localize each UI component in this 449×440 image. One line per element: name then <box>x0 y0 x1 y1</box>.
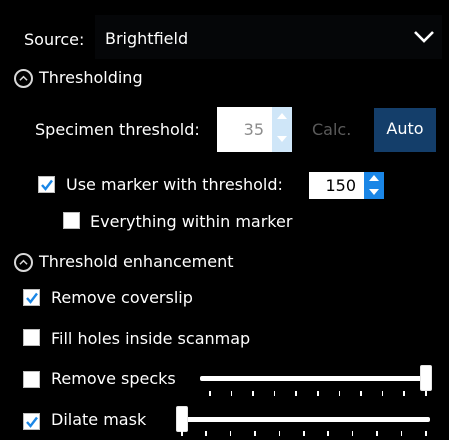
collapse-icon <box>14 252 33 272</box>
specimen-threshold-label: Specimen threshold: <box>35 120 200 139</box>
dilate-mask-checkbox[interactable] <box>23 413 40 430</box>
fill-holes-label: Fill holes inside scanmap <box>51 329 251 348</box>
source-label: Source: <box>24 30 85 49</box>
chevron-down-icon <box>414 31 434 43</box>
auto-button-label: Auto <box>386 119 424 138</box>
thresholding-title: Thresholding <box>39 68 143 87</box>
slider-tick <box>327 431 329 436</box>
slider-tick <box>351 431 354 436</box>
dilate-mask-label: Dilate mask <box>51 410 147 429</box>
slider-tick <box>400 431 403 436</box>
spinner-down-button[interactable] <box>272 129 292 152</box>
source-value: Brightfield <box>105 29 189 48</box>
spinner-down-button[interactable] <box>364 185 384 199</box>
threshold-enhancement-title: Threshold enhancement <box>39 252 234 271</box>
dilate-mask-slider[interactable] <box>170 402 438 440</box>
auto-button[interactable]: Auto <box>374 108 436 152</box>
threshold-enhancement-section-toggle[interactable]: Threshold enhancement <box>14 252 234 272</box>
arrow-up-icon <box>369 175 379 181</box>
slider-tick <box>403 391 405 396</box>
slider-tick <box>254 431 256 436</box>
remove-specks-slider[interactable] <box>198 360 438 400</box>
slider-tick <box>230 391 233 396</box>
slider-tick <box>425 431 427 436</box>
slider-tick <box>295 391 297 396</box>
specimen-threshold-value: 35 <box>243 120 264 139</box>
spinner-up-button[interactable] <box>364 172 384 186</box>
arrow-down-icon <box>369 188 379 195</box>
specimen-threshold-spinner[interactable]: 35 <box>217 107 292 152</box>
remove-coverslip-label: Remove coverslip <box>51 288 193 307</box>
slider-tick <box>317 391 319 396</box>
slider-thumb[interactable] <box>420 365 432 391</box>
remove-specks-label: Remove specks <box>51 369 176 388</box>
marker-threshold-spinner[interactable]: 150 <box>309 172 384 199</box>
slider-tick <box>252 391 254 396</box>
arrow-up-icon <box>277 113 287 119</box>
slider-tick <box>425 391 427 396</box>
spinner-up-button[interactable] <box>272 107 292 130</box>
slider-tick <box>181 431 183 436</box>
slider-track <box>176 417 430 422</box>
collapse-icon <box>14 68 33 88</box>
check-icon <box>41 179 53 191</box>
everything-within-marker-checkbox[interactable] <box>63 212 80 229</box>
slider-tick <box>229 431 232 436</box>
slider-track <box>200 376 430 381</box>
use-marker-label: Use marker with threshold: <box>66 175 283 194</box>
fill-holes-checkbox[interactable] <box>23 329 40 346</box>
slider-tick <box>303 431 305 436</box>
marker-threshold-value: 150 <box>325 176 356 195</box>
calc-button[interactable]: Calc. <box>312 120 351 140</box>
slider-tick <box>360 391 362 396</box>
slider-tick <box>209 391 211 396</box>
slider-tick <box>338 391 341 396</box>
slider-thumb[interactable] <box>176 406 188 432</box>
slider-tick <box>273 391 276 396</box>
everything-within-marker-label: Everything within marker <box>90 212 293 231</box>
check-icon <box>26 292 38 304</box>
source-dropdown[interactable]: Brightfield <box>95 15 442 59</box>
check-icon <box>26 416 38 428</box>
arrow-down-icon <box>277 135 287 142</box>
slider-tick <box>278 431 281 436</box>
slider-tick <box>381 391 384 396</box>
remove-specks-checkbox[interactable] <box>23 371 40 388</box>
remove-coverslip-checkbox[interactable] <box>23 289 40 306</box>
thresholding-section-toggle[interactable]: Thresholding <box>14 68 143 88</box>
slider-tick <box>376 431 378 436</box>
use-marker-checkbox[interactable] <box>38 176 55 193</box>
slider-tick <box>205 431 207 436</box>
